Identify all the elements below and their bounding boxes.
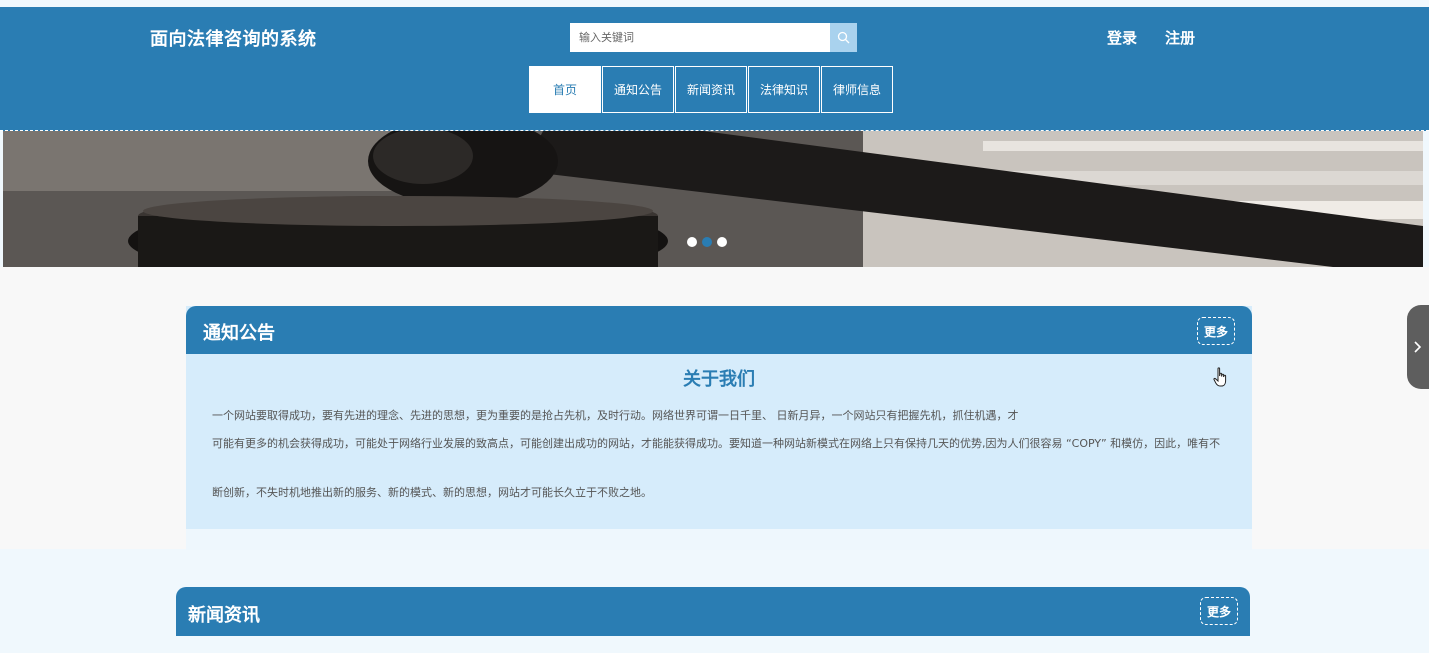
carousel-dot-2[interactable] [702,237,712,247]
news-more-button[interactable]: 更多 [1200,597,1238,625]
search-button[interactable] [830,23,857,52]
news-panel-header: 新闻资讯 更多 [176,587,1250,636]
search-input[interactable] [570,23,830,52]
notice-more-button[interactable]: 更多 [1197,317,1235,345]
nav-item-notices[interactable]: 通知公告 [602,66,674,113]
site-header: 面向法律咨询的系统 登录 注册 首页 通知公告 新闻资讯 法律知识 律师信息 [0,7,1429,131]
main-nav: 首页 通知公告 新闻资讯 法律知识 律师信息 [529,66,893,113]
article-paragraph-1: 一个网站要取得成功，要有先进的理念、先进的思想，更为重要的是抢占先机，及时行动。… [212,409,1019,422]
carousel-dot-3[interactable] [717,237,727,247]
article-title[interactable]: 关于我们 [186,365,1252,391]
nav-item-law-knowledge[interactable]: 法律知识 [748,66,820,113]
register-link[interactable]: 注册 [1165,27,1195,48]
site-title[interactable]: 面向法律咨询的系统 [150,25,317,51]
notice-panel-footer [186,529,1252,550]
article-paragraph-2: 可能有更多的机会获得成功，可能处于网络行业发展的致高点，可能创建出成功的网站，才… [212,437,1221,450]
carousel-dot-1[interactable] [687,237,697,247]
carousel-dots [687,237,727,247]
hand-cursor-icon [1213,367,1227,387]
news-panel-title: 新闻资讯 [188,605,260,626]
article-paragraph-3: 断创新，不失时机地推出新的服务、新的模式、新的思想，网站才可能长久立于不败之地。 [212,486,652,499]
notice-panel-header: 通知公告 更多 [186,306,1252,354]
nav-item-news[interactable]: 新闻资讯 [675,66,747,113]
side-expand-tab[interactable] [1407,305,1429,389]
notice-panel-title: 通知公告 [203,323,275,344]
login-link[interactable]: 登录 [1107,27,1137,48]
search-box [570,23,857,52]
auth-links: 登录 注册 [1107,27,1195,48]
nav-item-home[interactable]: 首页 [529,66,601,113]
chevron-right-icon [1414,341,1422,353]
search-icon [837,31,850,44]
nav-item-lawyers[interactable]: 律师信息 [821,66,893,113]
notice-panel: 通知公告 更多 关于我们 一个网站要取得成功，要有先进的理念、先进的思想，更为重… [186,306,1252,550]
